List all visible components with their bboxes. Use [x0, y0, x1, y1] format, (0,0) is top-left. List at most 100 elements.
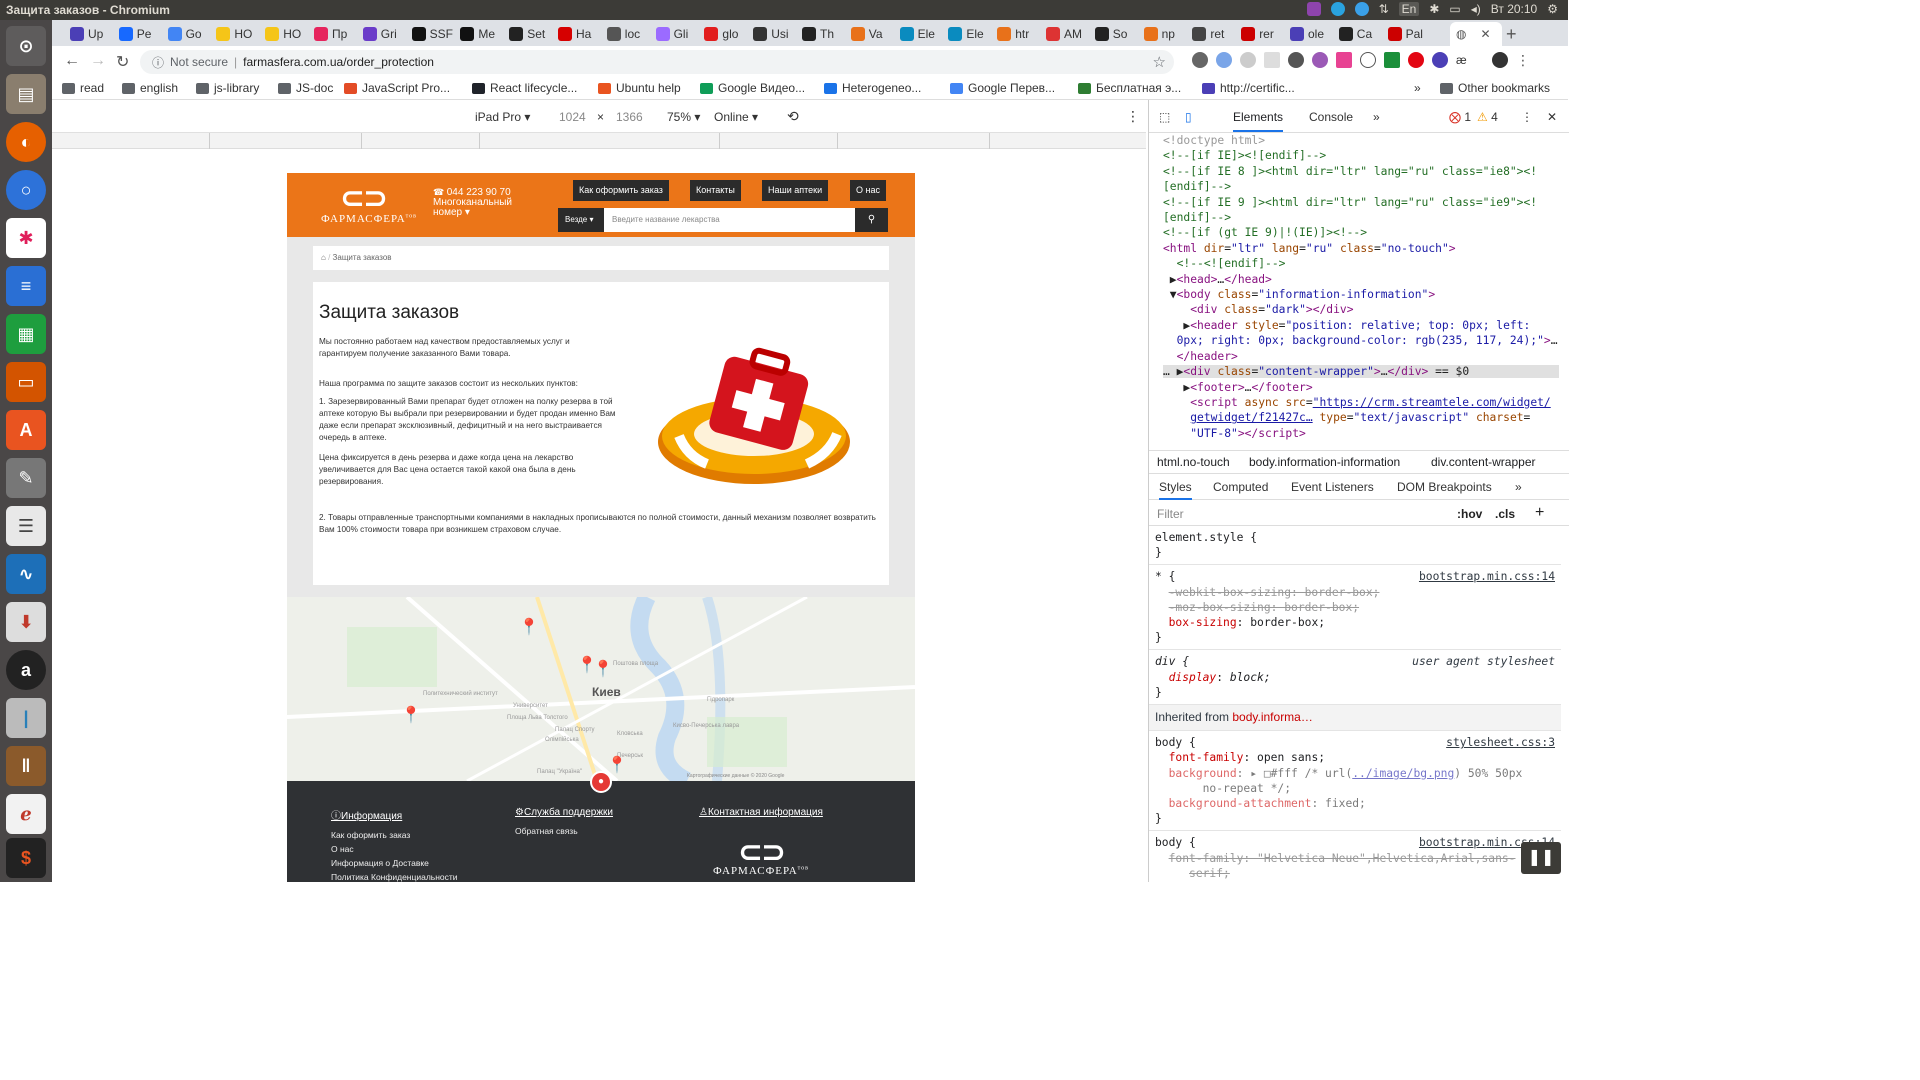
slack-icon[interactable]: ✱	[6, 218, 46, 258]
launcher-app-icon[interactable]: ⊙	[6, 26, 46, 66]
browser-tab[interactable]: Up	[70, 22, 115, 46]
browser-tab[interactable]: np	[1143, 22, 1189, 46]
breadcrumb-html[interactable]: html.no-touch	[1157, 455, 1230, 469]
power-icon[interactable]: ⚙	[1547, 2, 1558, 16]
browser-tab[interactable]: Va	[850, 22, 896, 46]
telegram-icon[interactable]	[1330, 2, 1345, 16]
browser-tab[interactable]: Set	[509, 22, 554, 46]
zoom-select[interactable]: 75% ▾	[667, 110, 700, 124]
breadcrumb-content-wrapper[interactable]: div.content-wrapper	[1431, 455, 1536, 469]
amazon-icon[interactable]: a	[6, 650, 46, 690]
battery-icon[interactable]: ▭	[1449, 2, 1460, 16]
browser-tab[interactable]: Usi	[753, 22, 798, 46]
firefox-icon[interactable]: ◐	[6, 122, 46, 162]
nav-about[interactable]: О нас	[850, 180, 886, 201]
browser-tab[interactable]: Gri	[362, 22, 408, 46]
bookmark-item[interactable]: Google Перев...	[950, 81, 1055, 95]
extension-icon[interactable]	[1432, 52, 1448, 68]
bookmark-item[interactable]: Бесплатная э...	[1078, 81, 1181, 95]
footer-link[interactable]: Информация о Доставке	[331, 856, 458, 870]
browser-tab[interactable]: Ha	[558, 22, 603, 46]
browser-tab[interactable]: AM	[1046, 22, 1091, 46]
map-pin-icon[interactable]: 📍	[607, 755, 627, 775]
browser-tab[interactable]: Go	[167, 22, 213, 46]
browser-tab[interactable]: Пр	[314, 22, 359, 46]
browser-tab[interactable]: ret	[1192, 22, 1237, 46]
extension-icon[interactable]	[1240, 52, 1256, 68]
search-button[interactable]: ⚲	[855, 208, 888, 232]
tab-computed[interactable]: Computed	[1213, 480, 1268, 494]
keyboard-layout-indicator[interactable]: En	[1398, 2, 1420, 16]
volume-icon[interactable]: ◂)	[1471, 2, 1481, 16]
styles-filter-input[interactable]: Filter	[1157, 507, 1184, 521]
new-tab-button[interactable]: +	[1506, 24, 1517, 45]
footer-link[interactable]: Политика Конфиденциальности	[331, 870, 458, 882]
text-editor-icon[interactable]: ☰	[6, 506, 46, 546]
browser-tab[interactable]: Th	[802, 22, 847, 46]
thermometer-icon[interactable]: |	[6, 698, 46, 738]
footer-link[interactable]: О нас	[331, 842, 458, 856]
close-devtools-icon[interactable]: ✕	[1547, 110, 1557, 124]
software-center-icon[interactable]: A	[6, 410, 46, 450]
bookmark-item[interactable]: React lifecycle...	[472, 81, 577, 95]
error-count[interactable]: ⨂ 1	[1449, 110, 1471, 124]
profile-avatar[interactable]	[1492, 52, 1508, 68]
extension-icon[interactable]	[1264, 52, 1280, 68]
inspect-element-icon[interactable]: ⬚	[1159, 110, 1170, 124]
extension-icon[interactable]	[1192, 52, 1208, 68]
extension-icon[interactable]	[1384, 52, 1400, 68]
terminal-icon[interactable]: $	[6, 838, 46, 878]
extension-icon[interactable]	[1312, 52, 1328, 68]
omnibox[interactable]: ⓘ Not secure | farmasfera.com.ua/order_p…	[140, 50, 1174, 74]
browser-tab[interactable]: So	[1094, 22, 1140, 46]
tab-active[interactable]: ◍ ✕	[1450, 22, 1502, 46]
clock[interactable]: Вт 20:10	[1491, 2, 1537, 16]
browser-tab[interactable]: rer	[1241, 22, 1286, 46]
app-indicator-icon[interactable]	[1306, 2, 1321, 16]
footer-link[interactable]: Обратная связь	[515, 824, 613, 838]
map-pin-icon[interactable]: 📍	[519, 617, 539, 637]
device-toolbar-menu-icon[interactable]: ⋮	[1126, 108, 1140, 125]
extension-icon[interactable]	[1336, 52, 1352, 68]
browser-tab[interactable]: SSF	[411, 22, 457, 46]
network-icon[interactable]: ⇅	[1379, 2, 1389, 16]
app-launcher-red-icon[interactable]: ℯ	[6, 794, 46, 834]
warning-count[interactable]: ⚠ 4	[1477, 110, 1498, 124]
footer-link[interactable]: Как оформить заказ	[331, 828, 458, 842]
browser-tab[interactable]: loc	[606, 22, 652, 46]
bookmark-item[interactable]: read	[62, 81, 104, 95]
browser-tab[interactable]: Ele	[899, 22, 945, 46]
extension-icon[interactable]	[1360, 52, 1376, 68]
map-pin-icon[interactable]: 📍	[401, 705, 421, 725]
extension-icon[interactable]	[1216, 52, 1232, 68]
device-height-input[interactable]: 1366	[616, 110, 643, 124]
tab-elements[interactable]: Elements	[1233, 110, 1284, 132]
system-monitor-icon[interactable]: ∿	[6, 554, 46, 594]
bookmark-item[interactable]: js-library	[196, 81, 259, 95]
browser-tab[interactable]: Gli	[655, 22, 701, 46]
hov-button[interactable]: :hov	[1457, 507, 1482, 521]
bookmark-star-icon[interactable]: ☆	[1153, 53, 1166, 71]
media-query-bar[interactable]	[52, 133, 1146, 149]
bookmark-item[interactable]: JavaScript Pro...	[344, 81, 450, 95]
device-select[interactable]: iPad Pro ▾	[475, 110, 530, 124]
books-icon[interactable]: ‖	[6, 746, 46, 786]
more-subtabs-icon[interactable]: »	[1515, 480, 1522, 494]
network-throttle-select[interactable]: Online ▾	[714, 110, 758, 124]
browser-tab[interactable]: HO	[265, 22, 310, 46]
bluetooth-icon[interactable]: ✱	[1429, 2, 1439, 16]
nav-how-to-order[interactable]: Как оформить заказ	[573, 180, 669, 201]
bookmark-item[interactable]: http://certific...	[1202, 81, 1295, 95]
extension-icon[interactable]	[1288, 52, 1304, 68]
browser-tab[interactable]: Pe	[118, 22, 164, 46]
nav-contacts[interactable]: Контакты	[690, 180, 741, 201]
bookmark-item[interactable]: JS-doc	[278, 81, 333, 95]
pharmacy-map[interactable]: Киев Политехнический институт Университе…	[287, 597, 915, 781]
device-toggle-icon[interactable]: ▯	[1185, 110, 1192, 124]
bookmark-item[interactable]: Ubuntu help	[598, 81, 681, 95]
search-input[interactable]: Введите название лекарства	[604, 208, 855, 232]
tab-close-icon[interactable]: ✕	[1480, 27, 1490, 41]
nav-our-pharmacies[interactable]: Наши аптеки	[762, 180, 829, 201]
url-text[interactable]: farmasfera.com.ua/order_protection	[243, 55, 434, 69]
browser-tab[interactable]: HO	[216, 22, 261, 46]
